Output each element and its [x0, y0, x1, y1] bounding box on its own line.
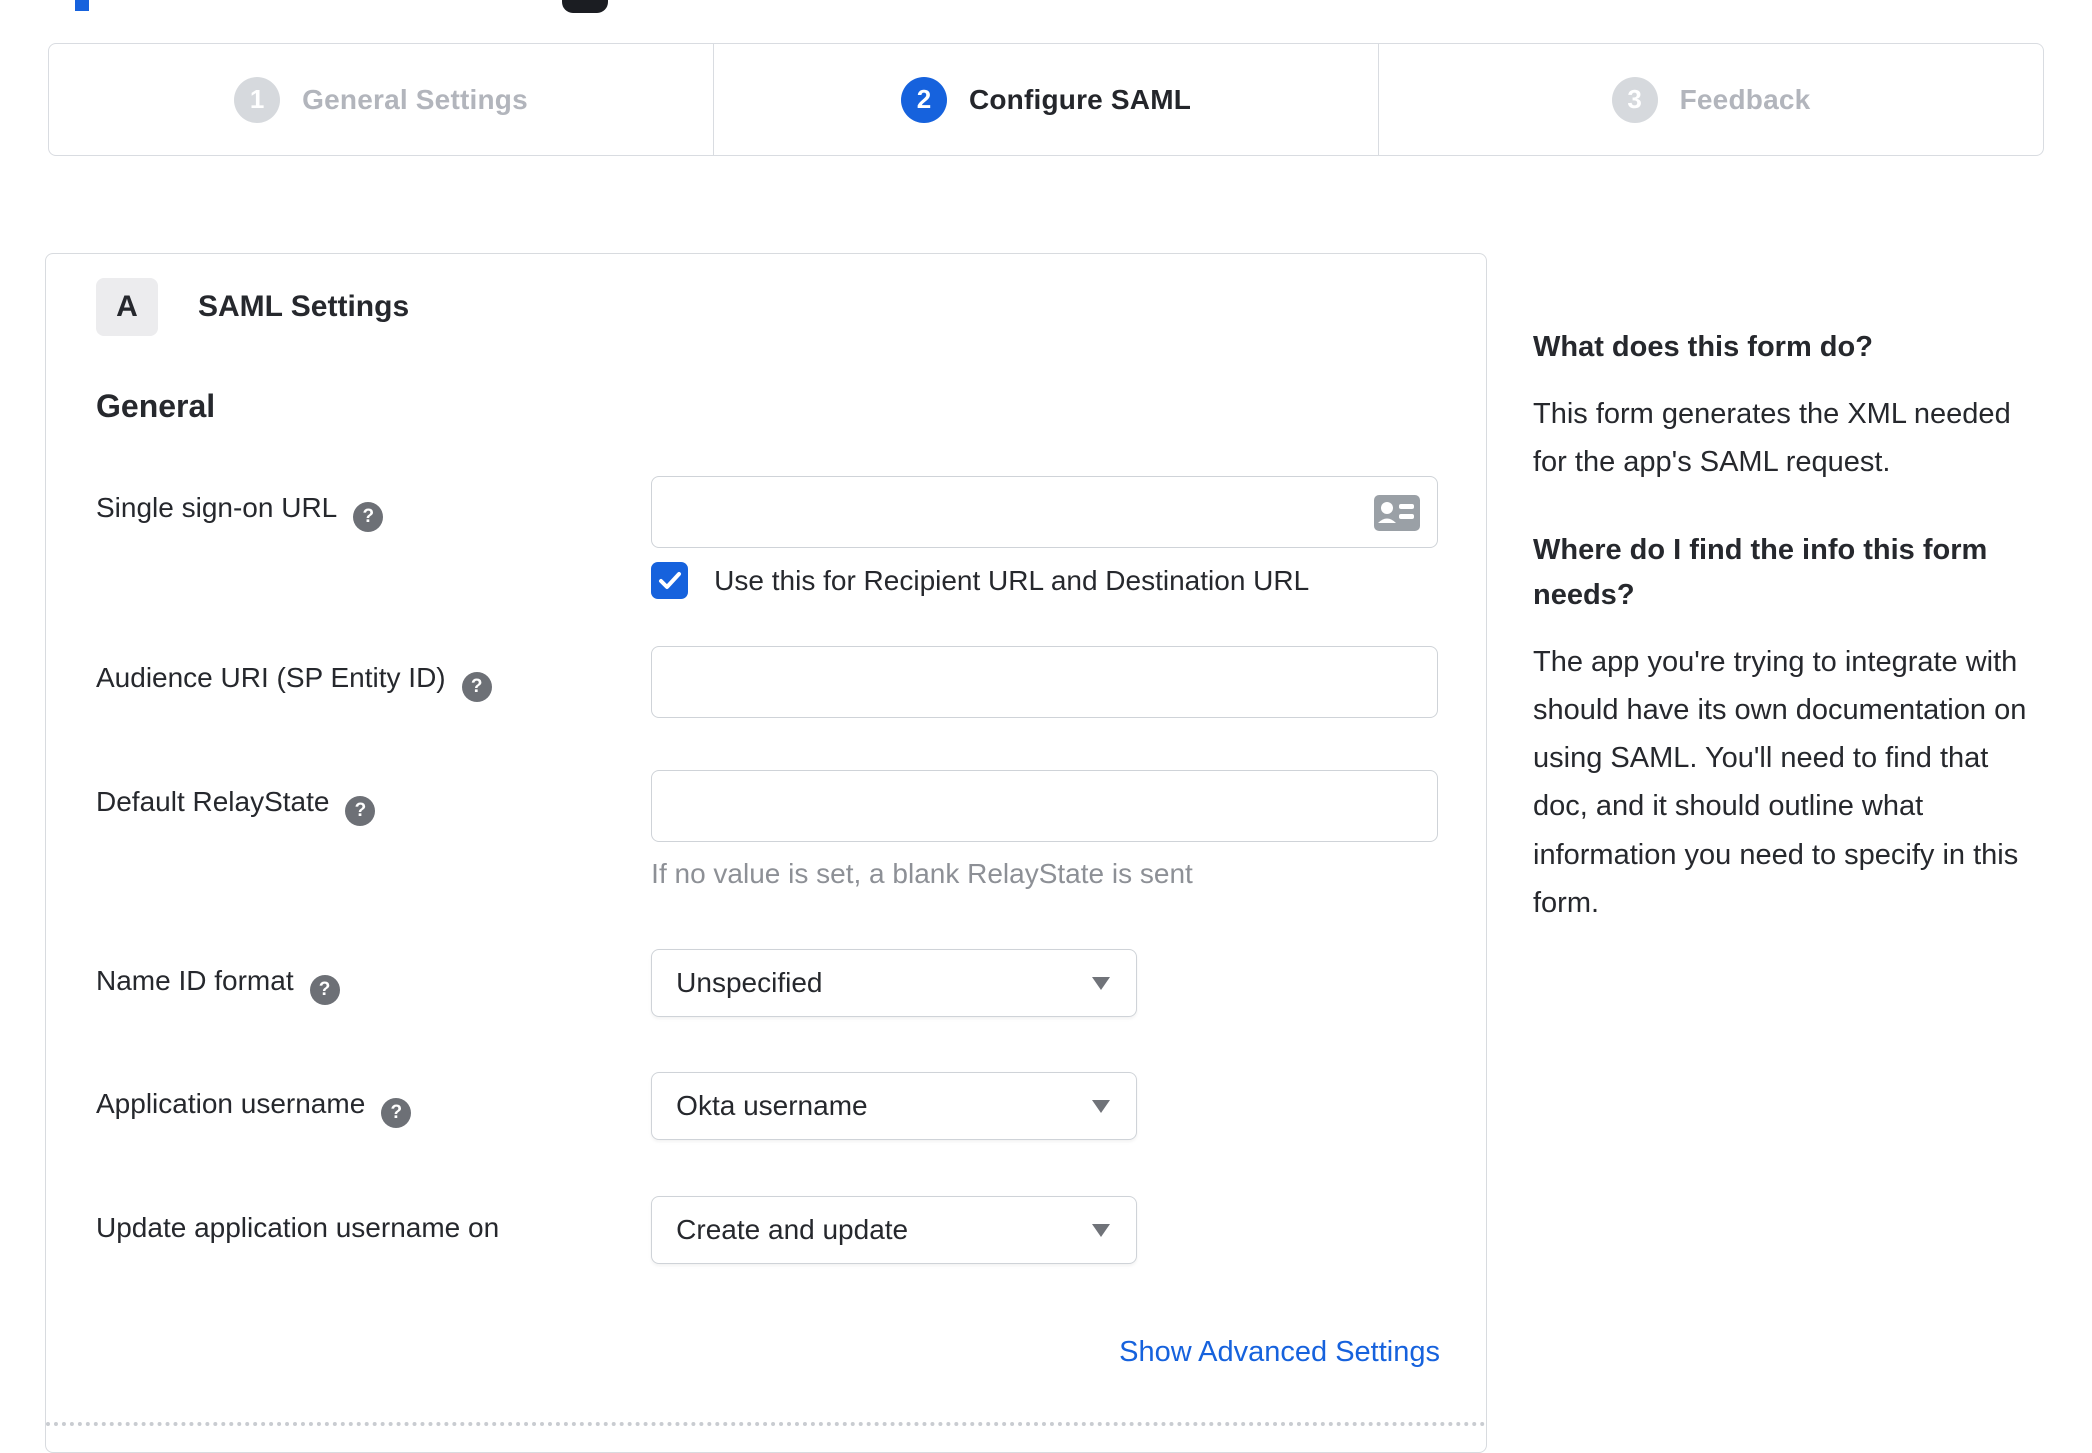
- help-answer-1: This form generates the XML needed for t…: [1533, 397, 2011, 479]
- checkmark-icon: [658, 571, 681, 589]
- contact-card-icon: [1374, 495, 1420, 536]
- sso-help-icon[interactable]: [353, 502, 384, 532]
- step-1-label: General Settings: [302, 83, 528, 115]
- step-feedback[interactable]: 3 Feedback: [1379, 44, 2043, 155]
- saml-settings-panel: A SAML Settings General Single sign-on U…: [45, 253, 1487, 1453]
- help-answer-2: The app you're trying to integrate with …: [1533, 646, 2027, 919]
- sso-checkbox-row: Use this for Recipient URL and Destinati…: [651, 562, 1438, 599]
- application-username-value: Okta username: [676, 1090, 868, 1121]
- cutoff-app-logo-fragment: [562, 0, 608, 13]
- sso-url-input[interactable]: [651, 476, 1438, 548]
- step-1-circle: 1: [234, 76, 281, 123]
- update-username-select[interactable]: Create and update: [651, 1196, 1138, 1264]
- relaystate-help-icon[interactable]: [345, 796, 376, 826]
- step-2-circle: 2: [900, 76, 947, 123]
- step-2-label: Configure SAML: [968, 83, 1192, 115]
- step-3-circle: 3: [1611, 76, 1658, 123]
- update-username-label: Update application username on: [96, 1212, 500, 1243]
- cutoff-blue-fragment: [75, 0, 89, 11]
- name-id-format-select[interactable]: Unspecified: [651, 949, 1138, 1017]
- nameid-label: Name ID format: [96, 949, 651, 1017]
- sso-label: Single sign-on URL: [96, 476, 651, 599]
- app-username-label: Application username: [96, 1072, 651, 1140]
- name-id-format-value: Unspecified: [676, 967, 823, 998]
- relaystate-helper-text: If no value is set, a blank RelayState i…: [651, 858, 1193, 889]
- field-row-relaystate: Default RelayState If no value is set, a…: [96, 770, 1438, 890]
- update-username-value: Create and update: [676, 1214, 909, 1245]
- audience-label: Audience URI (SP Entity ID): [96, 646, 651, 718]
- help-question-2: Where do I find the info this form needs…: [1533, 534, 1988, 612]
- show-advanced-settings-link[interactable]: Show Advanced Settings: [1119, 1336, 1440, 1368]
- help-sidebar: What does this form do? This form genera…: [1533, 325, 2038, 969]
- section-header: A SAML Settings: [96, 278, 1438, 336]
- audience-help-icon[interactable]: [461, 672, 492, 702]
- section-title: SAML Settings: [198, 290, 410, 323]
- field-row-update-username: Update application username on Create an…: [96, 1196, 1438, 1264]
- field-row-sso: Single sign-on URL? Use this for Recipie…: [96, 476, 1438, 599]
- step-3-label: Feedback: [1679, 83, 1811, 115]
- app-username-help-icon[interactable]: [381, 1098, 412, 1128]
- dotted-section-divider: [46, 1422, 1486, 1426]
- relaystate-label: Default RelayState: [96, 770, 651, 890]
- step-configure-saml[interactable]: 2 Configure SAML: [714, 44, 1379, 155]
- chevron-down-icon: [1092, 976, 1111, 990]
- field-row-app-username: Application username Okta username: [96, 1072, 1438, 1140]
- audience-uri-input[interactable]: [651, 646, 1438, 718]
- chevron-down-icon: [1092, 1099, 1111, 1113]
- section-badge: A: [96, 278, 158, 336]
- wizard-stepper: 1 General Settings 2 Configure SAML 3 Fe…: [48, 43, 2044, 156]
- recipient-url-checkbox[interactable]: [651, 562, 689, 599]
- help-question-1: What does this form do?: [1533, 331, 1873, 363]
- recipient-url-checkbox-label: Use this for Recipient URL and Destinati…: [714, 564, 1310, 596]
- relaystate-input[interactable]: [651, 770, 1438, 842]
- nameid-help-icon[interactable]: [309, 975, 340, 1005]
- group-title-general: General: [96, 388, 216, 424]
- step-general-settings[interactable]: 1 General Settings: [49, 44, 714, 155]
- field-row-audience: Audience URI (SP Entity ID): [96, 646, 1438, 718]
- chevron-down-icon: [1092, 1223, 1111, 1237]
- application-username-select[interactable]: Okta username: [651, 1072, 1138, 1140]
- field-row-nameid: Name ID format Unspecified: [96, 949, 1438, 1017]
